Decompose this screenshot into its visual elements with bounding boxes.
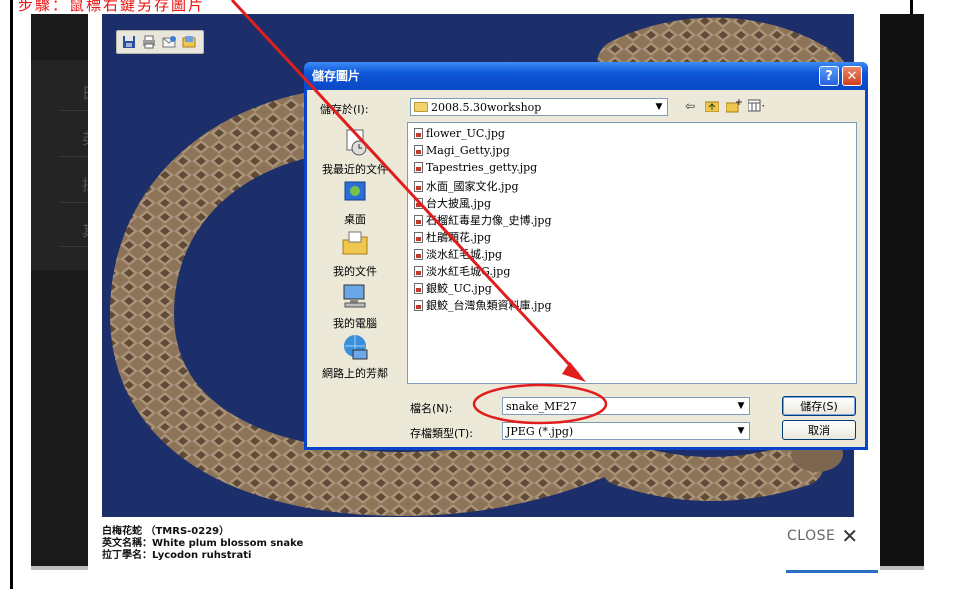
place-network[interactable]: 網路上的芳鄰	[314, 332, 396, 381]
jpg-file-icon	[414, 214, 423, 226]
save-button[interactable]: 儲存(S)	[782, 396, 856, 416]
file-item[interactable]: flower_UC.jpg	[414, 127, 505, 140]
place-my-documents[interactable]: 我的文件	[314, 230, 396, 279]
filetype-dropdown[interactable]: JPEG (*.jpg) ▼	[502, 422, 750, 440]
jpg-file-icon	[414, 162, 423, 173]
back-arrow-icon[interactable]: ⇦	[682, 98, 698, 114]
jpg-file-icon	[414, 282, 423, 294]
print-icon[interactable]	[141, 34, 157, 50]
place-label: 網路上的芳鄰	[322, 367, 388, 380]
slide-border-right	[910, 0, 913, 14]
chevron-down-icon[interactable]: ▼	[733, 423, 749, 439]
place-label: 我的電腦	[333, 317, 377, 330]
file-name: 台大披風.jpg	[426, 197, 491, 210]
file-list[interactable]: flower_UC.jpg Magi_Getty.jpg Tapestries_…	[407, 122, 857, 384]
place-desktop[interactable]: 桌面	[314, 178, 396, 227]
image-caption: 白梅花蛇 （TMRS-0229） 英文名稱：White plum blossom…	[102, 526, 303, 562]
folder-icon	[414, 102, 428, 112]
jpg-file-icon	[414, 248, 423, 260]
file-name: flower_UC.jpg	[426, 127, 505, 140]
jpg-file-icon	[414, 299, 423, 311]
save-in-value: 2008.5.30workshop	[431, 100, 542, 114]
file-item[interactable]: 台大披風.jpg	[414, 195, 491, 211]
background-right-panel	[880, 14, 924, 570]
cancel-button[interactable]: 取消	[782, 420, 856, 440]
place-recent-documents[interactable]: 我最近的文件	[314, 128, 396, 177]
jpg-file-icon	[414, 180, 423, 192]
my-documents-icon	[342, 231, 368, 255]
place-label: 我最近的文件	[322, 163, 388, 176]
caption-title: 白梅花蛇 （TMRS-0229）	[102, 526, 230, 537]
slide-border-left	[10, 0, 13, 589]
jpg-file-icon	[414, 145, 423, 156]
file-item[interactable]: Magi_Getty.jpg	[414, 144, 510, 157]
file-item[interactable]: Tapestries_getty.jpg	[414, 161, 537, 174]
caption-english-name: 英文名稱：White plum blossom snake	[102, 538, 304, 549]
file-item[interactable]: 水面_國家文化.jpg	[414, 178, 519, 194]
dialog-titlebar[interactable]	[304, 62, 868, 90]
desktop-icon	[344, 181, 366, 201]
help-button[interactable]: ?	[819, 66, 839, 86]
close-dialog-button[interactable]: ✕	[842, 66, 862, 86]
file-name: 杜鵑顆花.jpg	[426, 231, 491, 244]
file-item[interactable]: 銀鮫_台灣魚類資料庫.jpg	[414, 297, 552, 313]
slide-instruction-text: 步驟：鼠標右鍵另存圖片	[18, 0, 206, 14]
file-name: 石榴紅毒星力像_史博.jpg	[426, 214, 552, 227]
file-item[interactable]: 淡水紅毛城.jpg	[414, 246, 502, 262]
jpg-file-icon	[414, 128, 423, 139]
network-places-icon	[344, 335, 368, 360]
file-name: 水面_國家文化.jpg	[426, 180, 519, 193]
image-toolbar	[116, 30, 204, 54]
place-label: 桌面	[344, 213, 366, 226]
open-folder-icon[interactable]	[181, 34, 197, 50]
up-folder-icon[interactable]	[704, 98, 720, 114]
file-item[interactable]: 淡水紅毛城G.jpg	[414, 263, 510, 279]
filename-value: snake_MF27	[506, 399, 577, 413]
close-lightbox-button[interactable]: CLOSE ✕	[787, 524, 859, 548]
recent-documents-icon	[346, 129, 367, 156]
view-menu-icon[interactable]	[748, 98, 764, 114]
places-bar: 我最近的文件 桌面 我的文件 我的電腦 網路上的芳鄰	[314, 122, 396, 386]
jpg-file-icon	[414, 197, 423, 209]
file-item[interactable]: 石榴紅毒星力像_史博.jpg	[414, 212, 552, 228]
chevron-down-icon[interactable]: ▼	[733, 398, 749, 414]
my-computer-icon	[343, 284, 366, 308]
file-name: Magi_Getty.jpg	[426, 144, 510, 157]
file-item[interactable]: 銀鮫_UC.jpg	[414, 280, 492, 296]
chevron-down-icon[interactable]: ▼	[651, 99, 667, 115]
file-name: 淡水紅毛城.jpg	[426, 248, 502, 261]
file-name: 淡水紅毛城G.jpg	[426, 265, 511, 278]
new-folder-icon[interactable]	[726, 98, 742, 114]
save-in-dropdown[interactable]: 2008.5.30workshop ▼	[410, 98, 668, 116]
slide-canvas: 日 英 拉 其	[0, 0, 955, 589]
filename-input[interactable]: snake_MF27 ▼	[502, 397, 750, 415]
save-in-label: 儲存於(I):	[320, 103, 369, 116]
dialog-nav-toolbar: ⇦	[682, 98, 764, 114]
save-icon[interactable]	[121, 34, 137, 50]
jpg-file-icon	[414, 231, 423, 243]
caption-latin-name: 拉丁學名：Lycodon ruhstrati	[102, 550, 252, 561]
file-name: 銀鮫_台灣魚類資料庫.jpg	[426, 299, 552, 312]
dialog-title: 儲存圖片	[312, 69, 361, 83]
filetype-label: 存檔類型(T):	[410, 427, 474, 440]
place-my-computer[interactable]: 我的電腦	[314, 282, 396, 331]
email-icon[interactable]	[161, 34, 177, 50]
place-label: 我的文件	[333, 265, 377, 278]
file-item[interactable]: 杜鵑顆花.jpg	[414, 229, 491, 245]
filename-label: 檔名(N):	[410, 402, 453, 415]
jpg-file-icon	[414, 265, 423, 277]
filetype-value: JPEG (*.jpg)	[506, 424, 574, 438]
file-name: Tapestries_getty.jpg	[426, 161, 538, 174]
close-icon: ✕	[841, 524, 859, 548]
close-label: CLOSE	[787, 528, 836, 544]
file-name: 銀鮫_UC.jpg	[426, 282, 492, 295]
